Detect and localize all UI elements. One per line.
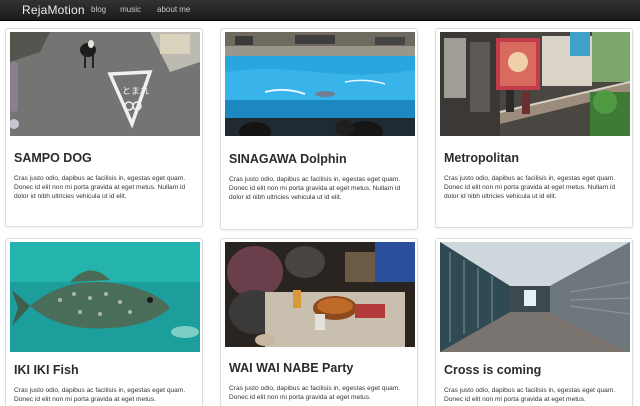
card-title: SAMPO DOG — [14, 151, 92, 165]
card-title: WAI WAI NABE Party — [229, 361, 354, 375]
nabe-party-photo[interactable] — [225, 242, 415, 347]
card-title: Metropolitan — [444, 151, 519, 165]
thumbnail-card: Metropolitan Cras justo odio, dapibus ac… — [435, 28, 633, 228]
card-text: Cras justo odio, dapibus ac facilisis in… — [444, 175, 616, 201]
dog-on-street-photo[interactable]: とまれ — [10, 32, 200, 136]
fish-aquarium-photo[interactable] — [10, 242, 200, 352]
station-corridor-photo[interactable] — [440, 242, 630, 352]
nav-links: blog music about me — [91, 5, 204, 14]
thumbnail-card: SINAGAWA Dolphin Cras justo odio, dapibu… — [220, 28, 418, 230]
card-text: Cras justo odio, dapibus ac facilisis in… — [229, 385, 401, 402]
card-title: IKI IKI Fish — [14, 363, 79, 377]
thumbnail-card: とまれ SAMPO DOG Cras justo odio, dapibus a… — [5, 28, 203, 227]
nav-link-about-me[interactable]: about me — [157, 5, 190, 14]
brand-logo[interactable]: RejaMotion — [22, 3, 85, 17]
nav-link-blog[interactable]: blog — [91, 5, 106, 14]
svg-text:とまれ: とまれ — [122, 86, 149, 97]
thumbnail-card: IKI IKI Fish Cras justo odio, dapibus ac… — [5, 238, 203, 406]
thumbnail-card: Cross is coming Cras justo odio, dapibus… — [435, 238, 633, 406]
card-title: Cross is coming — [444, 363, 542, 377]
card-text: Cras justo odio, dapibus ac facilisis in… — [444, 387, 616, 404]
city-mall-photo[interactable] — [440, 32, 630, 136]
card-text: Cras justo odio, dapibus ac facilisis in… — [229, 176, 401, 202]
dolphin-pool-photo[interactable] — [225, 32, 415, 136]
thumbnail-card: WAI WAI NABE Party Cras justo odio, dapi… — [220, 238, 418, 406]
navbar: RejaMotion blog music about me — [0, 0, 640, 21]
card-text: Cras justo odio, dapibus ac facilisis in… — [14, 387, 186, 404]
nav-link-music[interactable]: music — [120, 5, 141, 14]
card-text: Cras justo odio, dapibus ac facilisis in… — [14, 175, 186, 201]
card-title: SINAGAWA Dolphin — [229, 152, 347, 166]
